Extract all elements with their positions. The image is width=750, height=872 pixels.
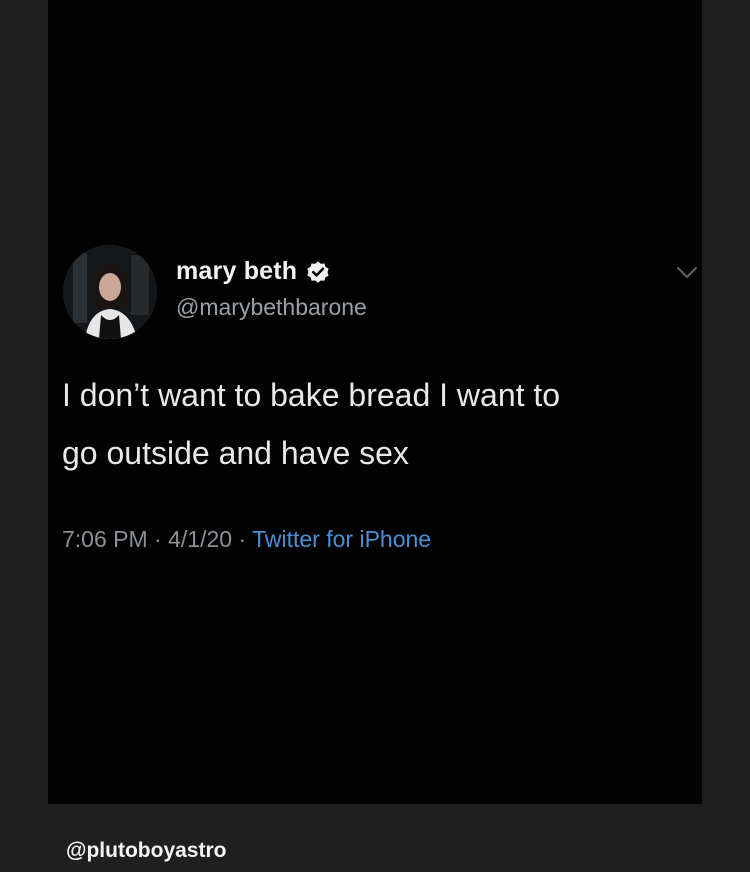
meta-separator: · — [154, 526, 162, 552]
tweet-text: I don’t want to bake bread I want to go … — [62, 377, 561, 471]
post-credit-username[interactable]: @plutoboyastro — [66, 839, 226, 863]
chevron-down-icon[interactable] — [676, 266, 698, 280]
tweet-time[interactable]: 7:06 PM — [62, 526, 148, 552]
post-frame: mary beth @marybethbarone I don’t want t… — [0, 0, 750, 872]
verified-badge-icon — [307, 260, 329, 283]
tweet-date[interactable]: 4/1/20 — [168, 526, 232, 552]
display-name-text[interactable]: mary beth — [176, 257, 297, 286]
avatar-photo-icon — [63, 245, 157, 339]
tweet-source-link[interactable]: Twitter for iPhone — [252, 526, 431, 552]
tweet-metadata: 7:06 PM · 4/1/20 · Twitter for iPhone — [62, 526, 431, 553]
tweet-screenshot-image: mary beth @marybethbarone I don’t want t… — [48, 0, 702, 804]
meta-separator: · — [238, 526, 247, 552]
avatar[interactable] — [63, 245, 157, 339]
user-handle[interactable]: @marybethbarone — [176, 294, 367, 321]
display-name[interactable]: mary beth — [176, 257, 331, 286]
